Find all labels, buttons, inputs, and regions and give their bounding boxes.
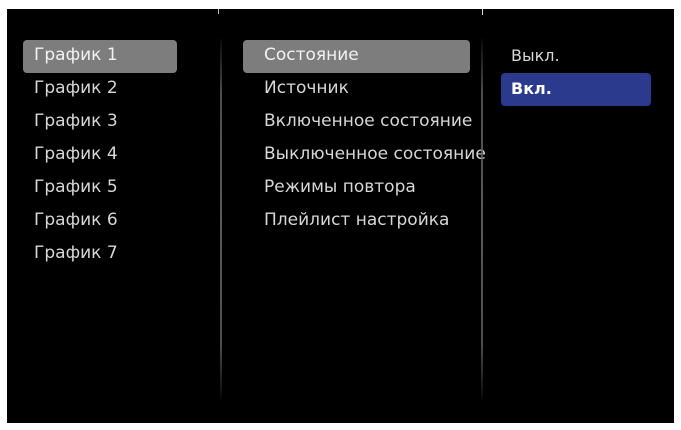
top-edge-mark (218, 9, 219, 14)
status-options-list: Выкл. Вкл. (501, 40, 651, 106)
schedule-settings-list: Состояние Источник Включенное состояние … (243, 40, 486, 238)
column-divider (481, 39, 483, 399)
setting-item-playlist-setting[interactable]: Плейлист настройка (243, 205, 470, 238)
schedule-list: График 1 График 2 График 3 График 4 Граф… (23, 40, 177, 271)
schedule-item-1[interactable]: График 1 (23, 40, 177, 73)
option-off[interactable]: Выкл. (501, 40, 651, 73)
schedule-item-7[interactable]: График 7 (23, 238, 177, 271)
schedule-item-6[interactable]: График 6 (23, 205, 177, 238)
setting-item-source[interactable]: Источник (243, 73, 470, 106)
schedule-item-4[interactable]: График 4 (23, 139, 177, 172)
column-divider (220, 39, 222, 399)
option-on[interactable]: Вкл. (501, 73, 651, 106)
setting-item-off-time[interactable]: Выключенное состояние (243, 139, 486, 172)
setting-item-repeat-modes[interactable]: Режимы повтора (243, 172, 470, 205)
schedule-item-5[interactable]: График 5 (23, 172, 177, 205)
setting-item-on-time[interactable]: Включенное состояние (243, 106, 472, 139)
schedule-item-2[interactable]: График 2 (23, 73, 177, 106)
top-edge-mark (482, 9, 483, 15)
schedule-item-3[interactable]: График 3 (23, 106, 177, 139)
osd-menu-screen: График 1 График 2 График 3 График 4 Граф… (7, 9, 674, 423)
setting-item-status[interactable]: Состояние (243, 40, 470, 73)
